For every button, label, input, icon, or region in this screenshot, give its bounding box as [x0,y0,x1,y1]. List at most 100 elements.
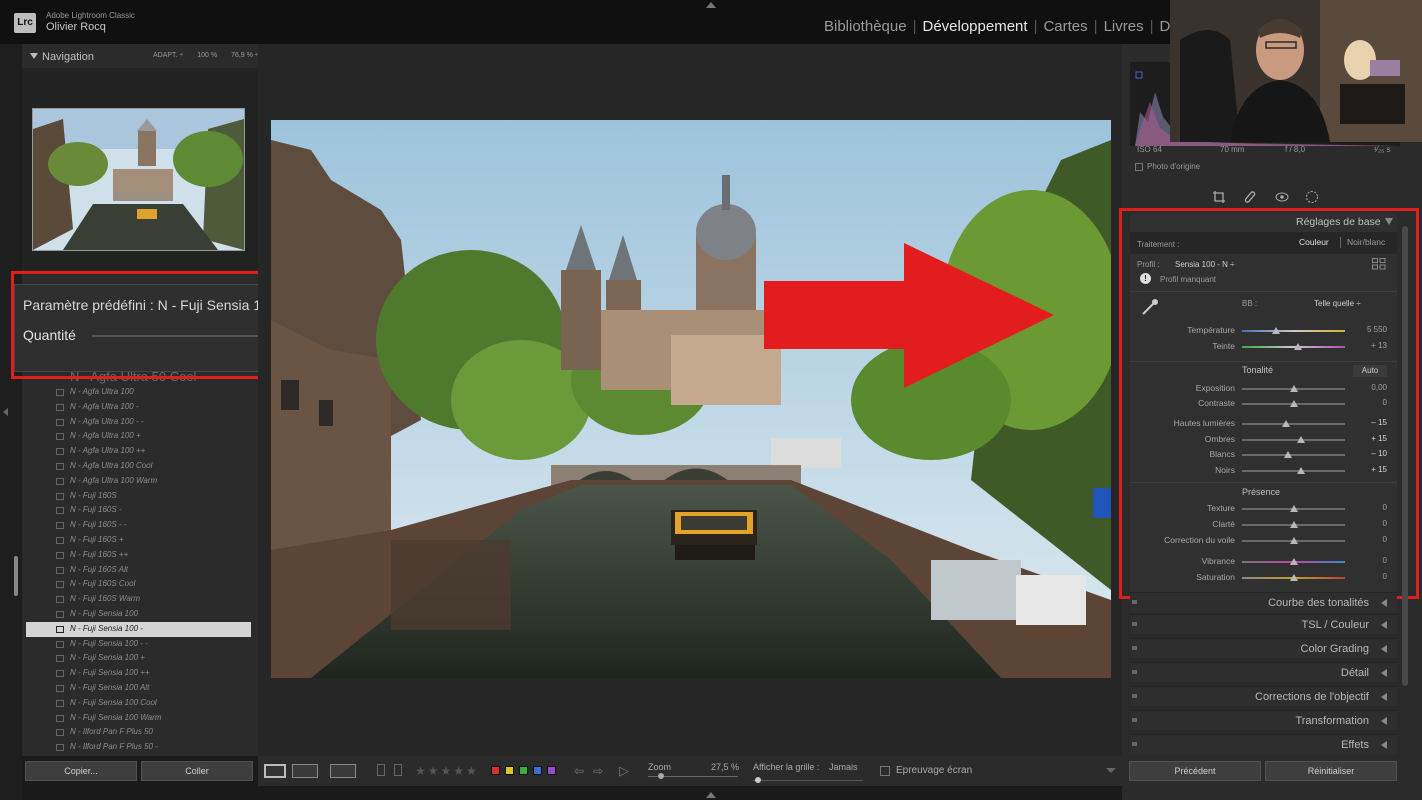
section-title[interactable]: TSL / Couleur [1302,619,1369,631]
expand-triangle-icon[interactable] [1381,669,1387,677]
grid-slider-thumb[interactable] [755,777,761,783]
expand-triangle-icon[interactable] [1381,717,1387,725]
softproof-checkbox[interactable] [880,766,890,776]
panel-section[interactable]: Color Grading [1130,638,1397,658]
bottom-panel-toggle-icon[interactable] [706,792,716,798]
panel-section[interactable]: Corrections de l'objectif [1130,686,1397,706]
navigator-zoom-options[interactable]: ADAPT. ÷ 100 % 76,9 % ÷ [153,52,271,59]
panel-section[interactable]: TSL / Couleur [1130,614,1397,634]
preset-item[interactable]: N - Fuji Sensia 100 Cool [26,696,251,711]
navigator-thumbnail[interactable] [32,108,245,251]
preset-item[interactable]: N - Ilford Pan F Plus 50 - - [26,755,251,756]
section-title[interactable]: Corrections de l'objectif [1255,691,1369,703]
expand-triangle-icon[interactable] [1381,693,1387,701]
module-tab[interactable]: Livres [1104,18,1144,35]
color-label-swatch[interactable] [533,766,542,775]
reset-button[interactable]: Réinitialiser [1265,761,1397,781]
expand-triangle-icon[interactable] [1381,599,1387,607]
preset-item[interactable]: N - Fuji Sensia 100 ++ [26,666,251,681]
module-tab[interactable]: Cartes [1043,18,1087,35]
preset-item[interactable]: N - Fuji 160S + [26,533,251,548]
red-eye-icon[interactable] [1275,190,1289,204]
before-after-split-icon[interactable] [330,764,356,778]
panel-section[interactable]: Transformation [1130,710,1397,730]
preset-item[interactable]: N - Agfa Ultra 100 + [26,429,251,444]
exif-shutter: ¹⁄₂₅ s [1374,145,1391,154]
slideshow-play-icon[interactable]: ▷ [619,763,629,779]
app-name: Adobe Lightroom Classic [46,11,135,20]
user-name: Olivier Rocq [46,21,106,33]
exif-aperture: f / 8,0 [1285,145,1306,154]
preset-item[interactable]: N - Fuji 160S - - [26,518,251,533]
preset-item[interactable]: N - Agfa Ultra 100 ++ [26,444,251,459]
navigator-title[interactable]: Navigation [42,51,94,63]
preset-item[interactable]: N - Fuji 160S [26,489,251,504]
color-label-swatch[interactable] [505,766,514,775]
grid-select[interactable]: Jamais [829,762,858,772]
preset-item[interactable]: N - Fuji Sensia 100 Warm [26,711,251,726]
expand-triangle-icon[interactable] [1381,645,1387,653]
color-label-swatch[interactable] [547,766,556,775]
previous-settings-button[interactable]: Précédent [1129,761,1261,781]
top-panel-toggle-icon[interactable] [706,2,716,8]
masking-icon[interactable] [1305,190,1319,204]
preset-item[interactable]: N - Agfa Ultra 100 Warm [26,474,251,489]
preset-item[interactable]: N - Fuji 160S - [26,503,251,518]
reject-flag-icon[interactable] [394,764,402,776]
preset-item[interactable]: N - Fuji 160S ++ [26,548,251,563]
panel-section[interactable]: Effets [1130,734,1397,754]
preset-item[interactable]: N - Fuji Sensia 100 - - [26,637,251,652]
crop-icon[interactable] [1212,190,1226,204]
previous-photo-icon[interactable]: ⇦ [574,764,584,778]
loupe-view-icon[interactable] [264,764,286,778]
copy-button[interactable]: Copier... [25,761,137,781]
module-tab[interactable]: D [1159,18,1170,35]
panel-section[interactable]: Courbe des tonalités [1130,592,1397,612]
preset-item[interactable]: N - Fuji 160S Cool [26,577,251,592]
section-title[interactable]: Détail [1341,667,1369,679]
healing-brush-icon[interactable] [1243,190,1257,204]
module-tab[interactable]: Développement [922,18,1027,35]
preset-item[interactable]: N - Agfa Ultra 100 Cool [26,459,251,474]
zoom-custom-option[interactable]: 76,9 % ÷ [231,52,259,59]
preset-item[interactable]: N - Fuji Sensia 100 - [26,621,251,637]
preset-item[interactable]: N - Fuji Sensia 100 Alt [26,681,251,696]
section-title[interactable]: Transformation [1295,715,1369,727]
collapse-triangle-icon[interactable] [30,53,38,59]
color-label-swatch[interactable] [519,766,528,775]
grid-slider[interactable] [753,780,863,781]
left-panel-toggle-icon[interactable] [3,408,8,416]
section-title[interactable]: Color Grading [1301,643,1369,655]
preset-item[interactable]: N - Fuji Sensia 100 + [26,651,251,666]
right-panel-scrollbar[interactable] [1402,226,1408,686]
zoom-100-option[interactable]: 100 % [197,52,217,59]
section-title[interactable]: Effets [1341,739,1369,751]
preset-item[interactable]: N - Agfa Ultra 100 - [26,400,251,415]
section-title[interactable]: Courbe des tonalités [1268,597,1369,609]
paste-button[interactable]: Coller [141,761,253,781]
preset-item[interactable]: N - Fuji 160S Alt [26,563,251,578]
preset-icon [56,433,64,441]
preset-item[interactable]: N - Ilford Pan F Plus 50 [26,725,251,740]
expand-triangle-icon[interactable] [1381,741,1387,749]
color-label-swatch[interactable] [491,766,500,775]
module-tab[interactable]: Bibliothèque [824,18,907,35]
preset-item[interactable]: N - Fuji 160S Warm [26,592,251,607]
zoom-slider-thumb[interactable] [658,773,664,779]
main-photo[interactable] [271,120,1111,678]
original-photo-checkbox[interactable] [1135,163,1143,171]
panel-section[interactable]: Détail [1130,662,1397,682]
flag-icon[interactable] [377,764,385,776]
preset-item[interactable]: N - Fuji Sensia 100 [26,607,251,622]
star-rating-icon[interactable]: ★★★★★ [415,764,479,778]
preset-item[interactable]: N - Agfa Ultra 100 [26,385,251,400]
before-after-icon[interactable] [292,764,318,778]
preset-item[interactable]: N - Ilford Pan F Plus 50 - [26,740,251,755]
expand-triangle-icon[interactable] [1381,621,1387,629]
toolbar-menu-icon[interactable] [1106,768,1116,773]
preset-item[interactable]: N - Agfa Ultra 100 - - [26,415,251,430]
next-photo-icon[interactable]: ⇨ [593,764,603,778]
original-photo-label: Photo d'origine [1147,162,1201,171]
filmstrip-scroll-indicator[interactable] [14,556,18,596]
zoom-fit-option[interactable]: ADAPT. ÷ [153,52,183,59]
